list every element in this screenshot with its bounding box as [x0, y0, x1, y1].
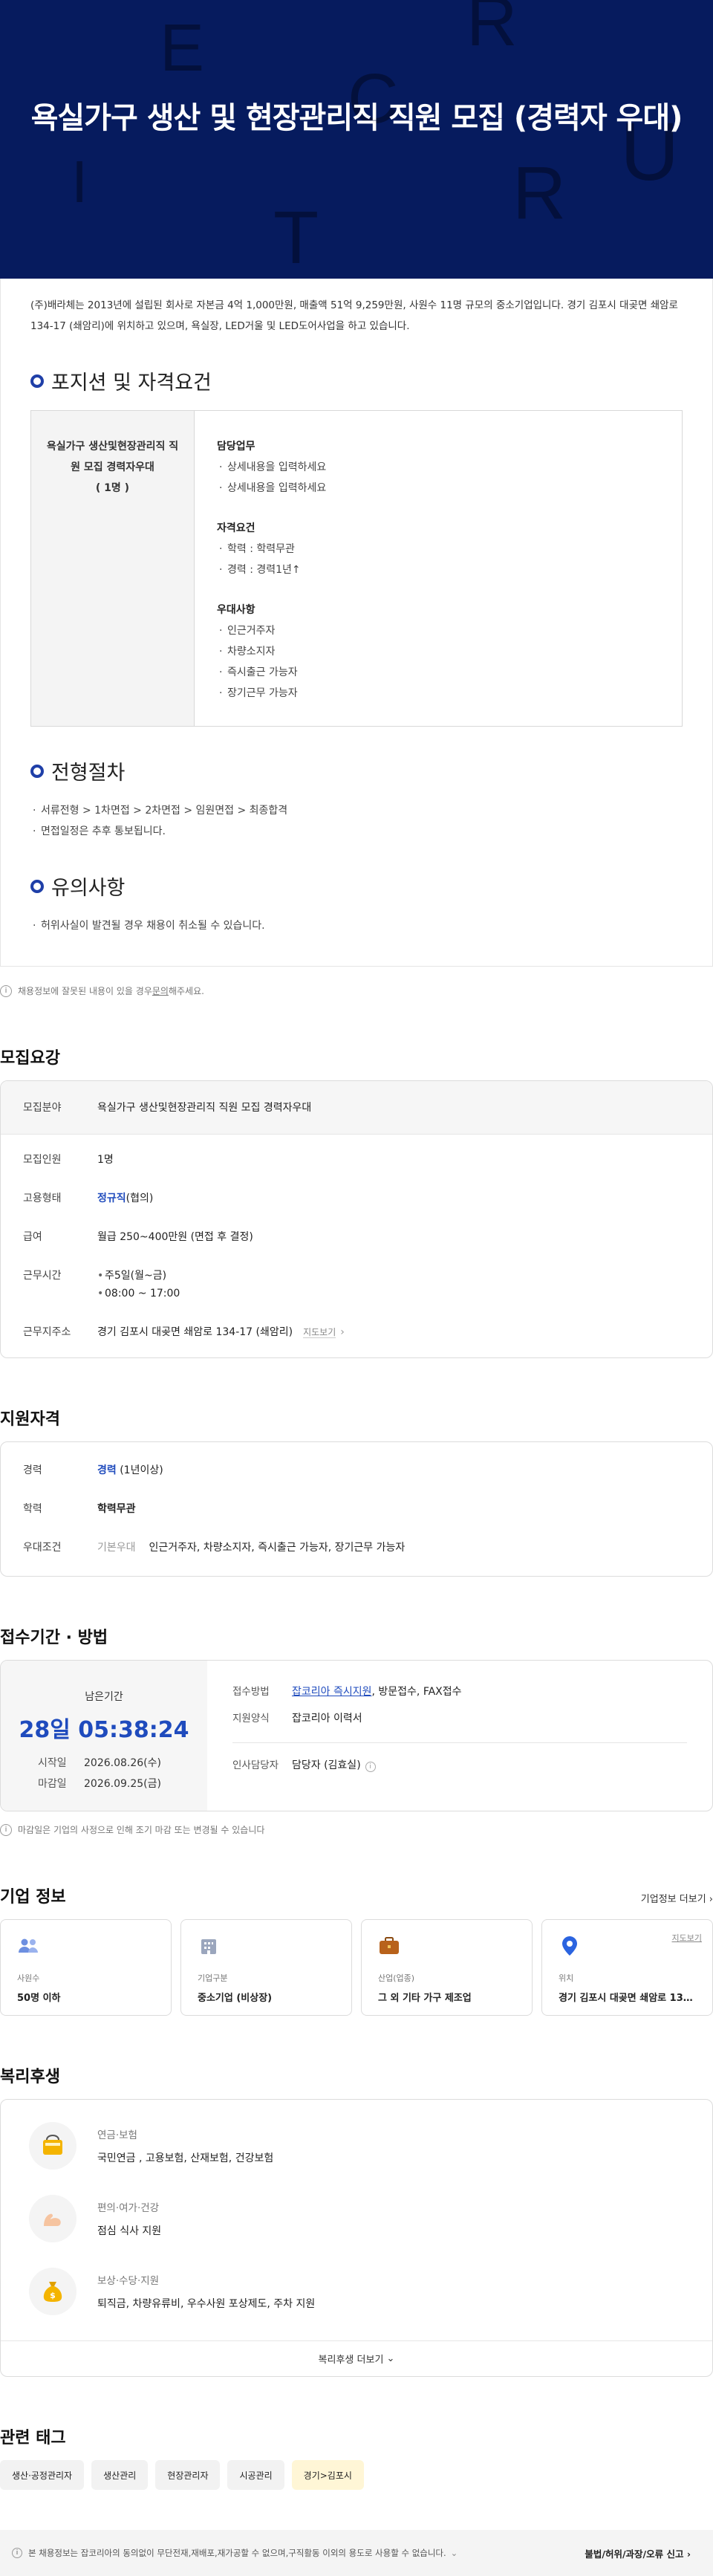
edu-row: 학력 학력무관 [23, 1503, 136, 1515]
benefits-more-button[interactable]: 복리후생 더보기 ⌄ [1, 2340, 712, 2376]
hero-deco-letter: T [273, 196, 319, 279]
ring-bullet-icon [30, 764, 44, 778]
company-cards: 사원수 50명 이하 기업구분 중소기업 (비상장) 산업(업종) 그 외 기타… [0, 1919, 713, 2016]
summary-body: 모집인원 1명 고용형태 정규직(협의) 급여 월급 250~400만원 (면접… [1, 1135, 712, 1357]
pref-row: 우대조건 기본우대 인근거주자, 차량소지자, 즉시출근 가능자, 장기근무 가능… [23, 1542, 406, 1554]
apply-now-link[interactable]: 잡코리아 즉시지원 [292, 1686, 372, 1698]
position-name: 욕실가구 생산및현장관리직 직원 모집 경력자우대 [46, 441, 179, 473]
map-link[interactable]: 지도보기 [303, 1327, 336, 1338]
money-bag-icon: $ [29, 2268, 76, 2315]
summary-field-row: 모집분야 욕실가구 생산및현장관리직 직원 모집 경력자우대 [1, 1081, 712, 1135]
summary-type-row: 고용형태 정규직(협의) [23, 1193, 154, 1204]
process-item: 서류전형 > 1차면접 > 2차면접 > 임원면접 > 최종합격 [30, 800, 683, 821]
hero-deco-letter: R [512, 152, 567, 235]
chevron-right-icon: › [709, 1894, 713, 1905]
company-intro: (주)배라체는 2013년에 설립된 회사로 자본금 4억 1,000만원, 매… [30, 299, 678, 332]
info-icon: i [12, 2548, 22, 2558]
apply-notice: i 마감일은 기업의 사정으로 인해 조기 마감 또는 변경될 수 있습니다 [0, 1823, 713, 1836]
chevron-down-icon: ⌄ [386, 2353, 395, 2364]
tag-item[interactable]: 시공관리 [227, 2460, 284, 2490]
start-date: 시작일 2026.08.26(수) [38, 1757, 161, 1769]
ring-bullet-icon [30, 879, 44, 893]
benefit-item: 연금·보험 국민연금 , 고용보험, 산재보험, 건강보험 [29, 2122, 684, 2170]
location-pin-icon [559, 1935, 581, 1957]
tag-item[interactable]: 경기>김포시 [291, 2460, 364, 2490]
people-icon [17, 1935, 39, 1957]
benefit-item: $ 보상·수당·지원 퇴직금, 차량유류비, 우수사원 포상제도, 주차 지원 [29, 2268, 684, 2315]
duty-group: 담당업무 상세내용을 입력하세요 상세내용을 입력하세요 [217, 436, 660, 499]
caution-heading: 유의사항 [30, 872, 683, 901]
ring-bullet-icon [30, 374, 44, 388]
report-button[interactable]: 불법/허위/과장/오류 신고 › [585, 2546, 691, 2560]
company-card-type: 기업구분 중소기업 (비상장) [180, 1919, 352, 2016]
manager-row: 인사담당자 담당자 (김효실) i [232, 1756, 687, 1774]
chevron-down-icon[interactable]: ⌄ [451, 2548, 458, 2558]
summary-card: 모집분야 욕실가구 생산및현장관리직 직원 모집 경력자우대 모집인원 1명 고… [0, 1080, 713, 1358]
benefits-card: 연금·보험 국민연금 , 고용보험, 산재보험, 건강보험 편의·여가·건강 점… [0, 2099, 713, 2377]
benefit-item: 편의·여가·건강 점심 식사 지원 [29, 2195, 684, 2242]
process-heading: 전형절차 [30, 756, 683, 785]
hero-deco-letter: R [466, 0, 518, 61]
copyright-notice: i 본 채용정보는 잡코리아의 동의없이 무단전재,재배포,재가공할 수 없으며… [0, 2547, 458, 2559]
qualification-body: 경력 경력 (1년이상) 학력 학력무관 우대조건 기본우대 인근거주자, 차량소… [1, 1442, 712, 1576]
hero-deco-letter: I [71, 149, 88, 215]
svg-text:$: $ [50, 2291, 56, 2300]
position-table: 욕실가구 생산및현장관리직 직원 모집 경력자우대 ( 1명 ) 담당업무 상세… [30, 410, 683, 727]
company-card-industry: 산업(업종) 그 외 기타 가구 제조업 [361, 1919, 533, 2016]
page: E R C U I R T 욕실가구 생산 및 현장관리직 직원 모집 (경력자… [0, 0, 713, 2576]
safe-icon [29, 2122, 76, 2170]
caution-item: 허위사실이 발견될 경우 채용이 취소될 수 있습니다. [30, 915, 683, 936]
summary-addr-row: 근무지주소 경기 김포시 대곶면 쇄암로 134-17 (쇄암리) 지도보기 › [23, 1326, 345, 1338]
company-header: 기업 정보 기업정보 더보기 › [0, 1884, 713, 1907]
company-map-link[interactable]: 지도보기 [672, 1932, 702, 1944]
tag-list: 생산·공정관리자 생산관리 현장관리자 시공관리 경기>김포시 [0, 2460, 713, 2490]
building-icon [198, 1935, 220, 1957]
countdown: 28일 05:38:24 [19, 1717, 189, 1743]
position-requirements: 담당업무 상세내용을 입력하세요 상세내용을 입력하세요 자격요건 학력 : 학… [195, 411, 682, 726]
report-link[interactable]: 문의 [152, 984, 169, 997]
apply-title: 접수기간 · 방법 [0, 1629, 108, 1647]
form-row: 지원양식 잡코리아 이력서 [232, 1713, 362, 1725]
summary-pay-row: 급여 월급 250~400만원 (면접 후 결정) [23, 1231, 253, 1243]
benefits-title: 복리후생 [0, 2068, 60, 2086]
method-row: 접수방법 잡코리아 즉시지원, 방문접수, FAX접수 [232, 1686, 462, 1698]
apply-card: 남은기간 28일 05:38:24 시작일 2026.08.26(수) 마감일 20… [0, 1660, 713, 1811]
hero-banner: E R C U I R T 욕실가구 생산 및 현장관리직 직원 모집 (경력자… [0, 0, 713, 279]
company-card-employees: 사원수 50명 이하 [0, 1919, 172, 2016]
position-heading: 포지션 및 자격요건 [30, 366, 683, 395]
info-icon: i [0, 1823, 12, 1836]
info-icon[interactable]: i [365, 1762, 376, 1772]
position-name-cell: 욕실가구 생산및현장관리직 직원 모집 경력자우대 ( 1명 ) [31, 411, 195, 726]
tag-item[interactable]: 생산관리 [91, 2460, 149, 2490]
arm-icon [29, 2195, 76, 2242]
position-count: ( 1명 ) [95, 482, 130, 494]
end-date: 마감일 2026.09.25(금) [38, 1778, 161, 1790]
qualification-card: 경력 경력 (1년이상) 학력 학력무관 우대조건 기본우대 인근거주자, 차량소… [0, 1441, 713, 1577]
company-more-link[interactable]: 기업정보 더보기 › [641, 1891, 713, 1905]
summary-count-row: 모집인원 1명 [23, 1154, 114, 1166]
qualification-title: 지원자격 [0, 1410, 60, 1429]
info-icon: i [0, 984, 12, 997]
process-item: 면접일정은 추후 통보됩니다. [30, 821, 683, 842]
tag-item[interactable]: 생산·공정관리자 [0, 2460, 85, 2490]
chevron-right-icon: › [340, 1326, 345, 1338]
job-detail: (주)배라체는 2013년에 설립된 회사로 자본금 4억 1,000만원, 매… [0, 279, 713, 967]
summary-hours-row: 근무시간 주5일(월~금) 08:00 ~ 17:00 [23, 1267, 690, 1302]
company-card-location: 지도보기 위치 경기 김포시 대곶면 쇄암로 134-17 (쇄암리) [541, 1919, 713, 2016]
tags-title: 관련 태그 [0, 2429, 66, 2447]
apply-method: 접수방법 잡코리아 즉시지원, 방문접수, FAX접수 지원양식 잡코리아 이력… [207, 1661, 712, 1811]
summary-title: 모집요강 [0, 1049, 60, 1068]
qualification-group: 자격요건 학력 : 학력무관 경력 : 경력1년↑ [217, 518, 660, 580]
briefcase-icon [378, 1935, 400, 1957]
report-notice: i 채용정보에 잘못된 내용이 있을 경우 문의 해주세요. [0, 984, 713, 997]
job-title: 욕실가구 생산 및 현장관리직 직원 모집 (경력자 우대) [30, 101, 683, 135]
career-row: 경력 경력 (1년이상) [23, 1464, 163, 1476]
company-title: 기업 정보 [0, 1888, 66, 1907]
hero-deco-letter: E [160, 11, 205, 85]
apply-period: 남은기간 28일 05:38:24 시작일 2026.08.26(수) 마감일 20… [1, 1661, 207, 1811]
tag-item[interactable]: 현장관리자 [155, 2460, 221, 2490]
preference-group: 우대사항 인근거주자 차량소지자 즉시출근 가능자 장기근무 가능자 [217, 600, 660, 704]
chevron-right-icon: › [686, 2548, 691, 2560]
